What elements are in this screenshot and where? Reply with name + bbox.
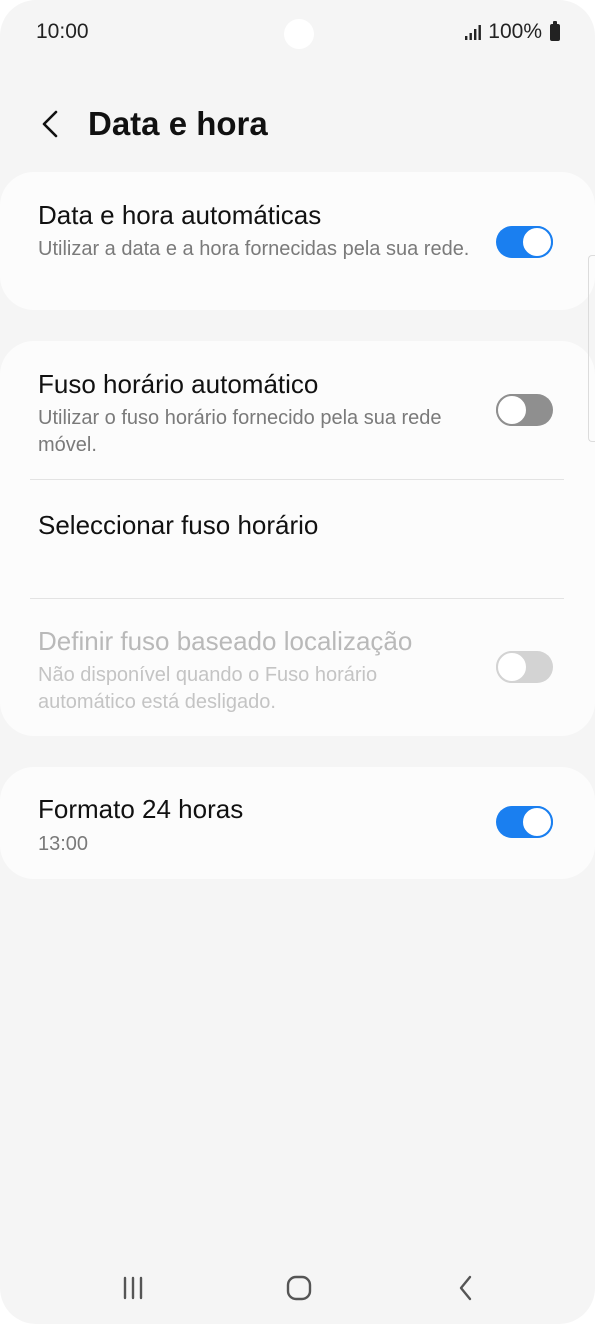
setting-row-auto-timezone[interactable]: Fuso horário automático Utilizar o fuso … xyxy=(0,341,595,479)
battery-icon xyxy=(550,20,560,41)
setting-title: Seleccionar fuso horário xyxy=(38,510,319,540)
setting-title: Formato 24 horas xyxy=(38,794,244,824)
toggle-knob xyxy=(496,651,528,683)
system-back-button[interactable] xyxy=(441,1270,491,1306)
location-timezone-toggle xyxy=(496,651,553,683)
home-icon xyxy=(286,1275,312,1301)
setting-title: Definir fuso baseado localização xyxy=(38,626,413,656)
page-title: Data e hora xyxy=(88,105,268,142)
setting-row-auto-datetime[interactable]: Data e hora automáticas Utilizar a data … xyxy=(0,172,595,310)
phone-screen: 10:00 100% Data e hora Data e hora autom… xyxy=(0,0,595,1324)
setting-row-location-timezone: Definir fuso baseado localização Não dis… xyxy=(0,599,595,736)
settings-card-timezone: Fuso horário automático Utilizar o fuso … xyxy=(0,341,595,736)
toggle-knob xyxy=(496,394,528,426)
battery-percentage: 100% xyxy=(488,20,542,43)
setting-subtitle: 13:00 xyxy=(38,833,89,855)
home-button[interactable] xyxy=(274,1270,324,1306)
status-time: 10:00 xyxy=(36,20,89,43)
scrollbar[interactable] xyxy=(588,255,595,442)
setting-title: Fuso horário automático xyxy=(38,369,319,399)
toggle-knob xyxy=(521,226,553,258)
front-camera-cutout xyxy=(284,19,314,49)
back-button[interactable] xyxy=(30,102,70,146)
setting-subtitle: Utilizar a data e a hora fornecidas pela… xyxy=(38,238,470,260)
settings-card-24h-format: Formato 24 horas 13:00 xyxy=(0,767,595,879)
signal-icon xyxy=(465,25,482,40)
chevron-left-icon xyxy=(42,110,58,138)
status-indicators: 100% xyxy=(464,20,560,44)
recent-apps-button[interactable] xyxy=(108,1270,158,1306)
auto-datetime-toggle[interactable] xyxy=(496,226,553,258)
setting-row-select-timezone[interactable]: Seleccionar fuso horário xyxy=(0,480,595,598)
recent-apps-icon xyxy=(123,1276,143,1300)
setting-subtitle: Não disponível quando o Fuso horário aut… xyxy=(38,664,378,713)
setting-subtitle: Utilizar o fuso horário fornecido pela s… xyxy=(38,407,442,456)
setting-title: Data e hora automáticas xyxy=(38,200,322,230)
settings-card-auto-datetime: Data e hora automáticas Utilizar a data … xyxy=(0,172,595,310)
format-24h-toggle[interactable] xyxy=(496,806,553,838)
setting-row-24h-format[interactable]: Formato 24 horas 13:00 xyxy=(0,767,595,879)
navigation-bar xyxy=(0,1258,595,1318)
auto-timezone-toggle[interactable] xyxy=(496,394,553,426)
toggle-knob xyxy=(521,806,553,838)
back-icon xyxy=(459,1275,472,1301)
